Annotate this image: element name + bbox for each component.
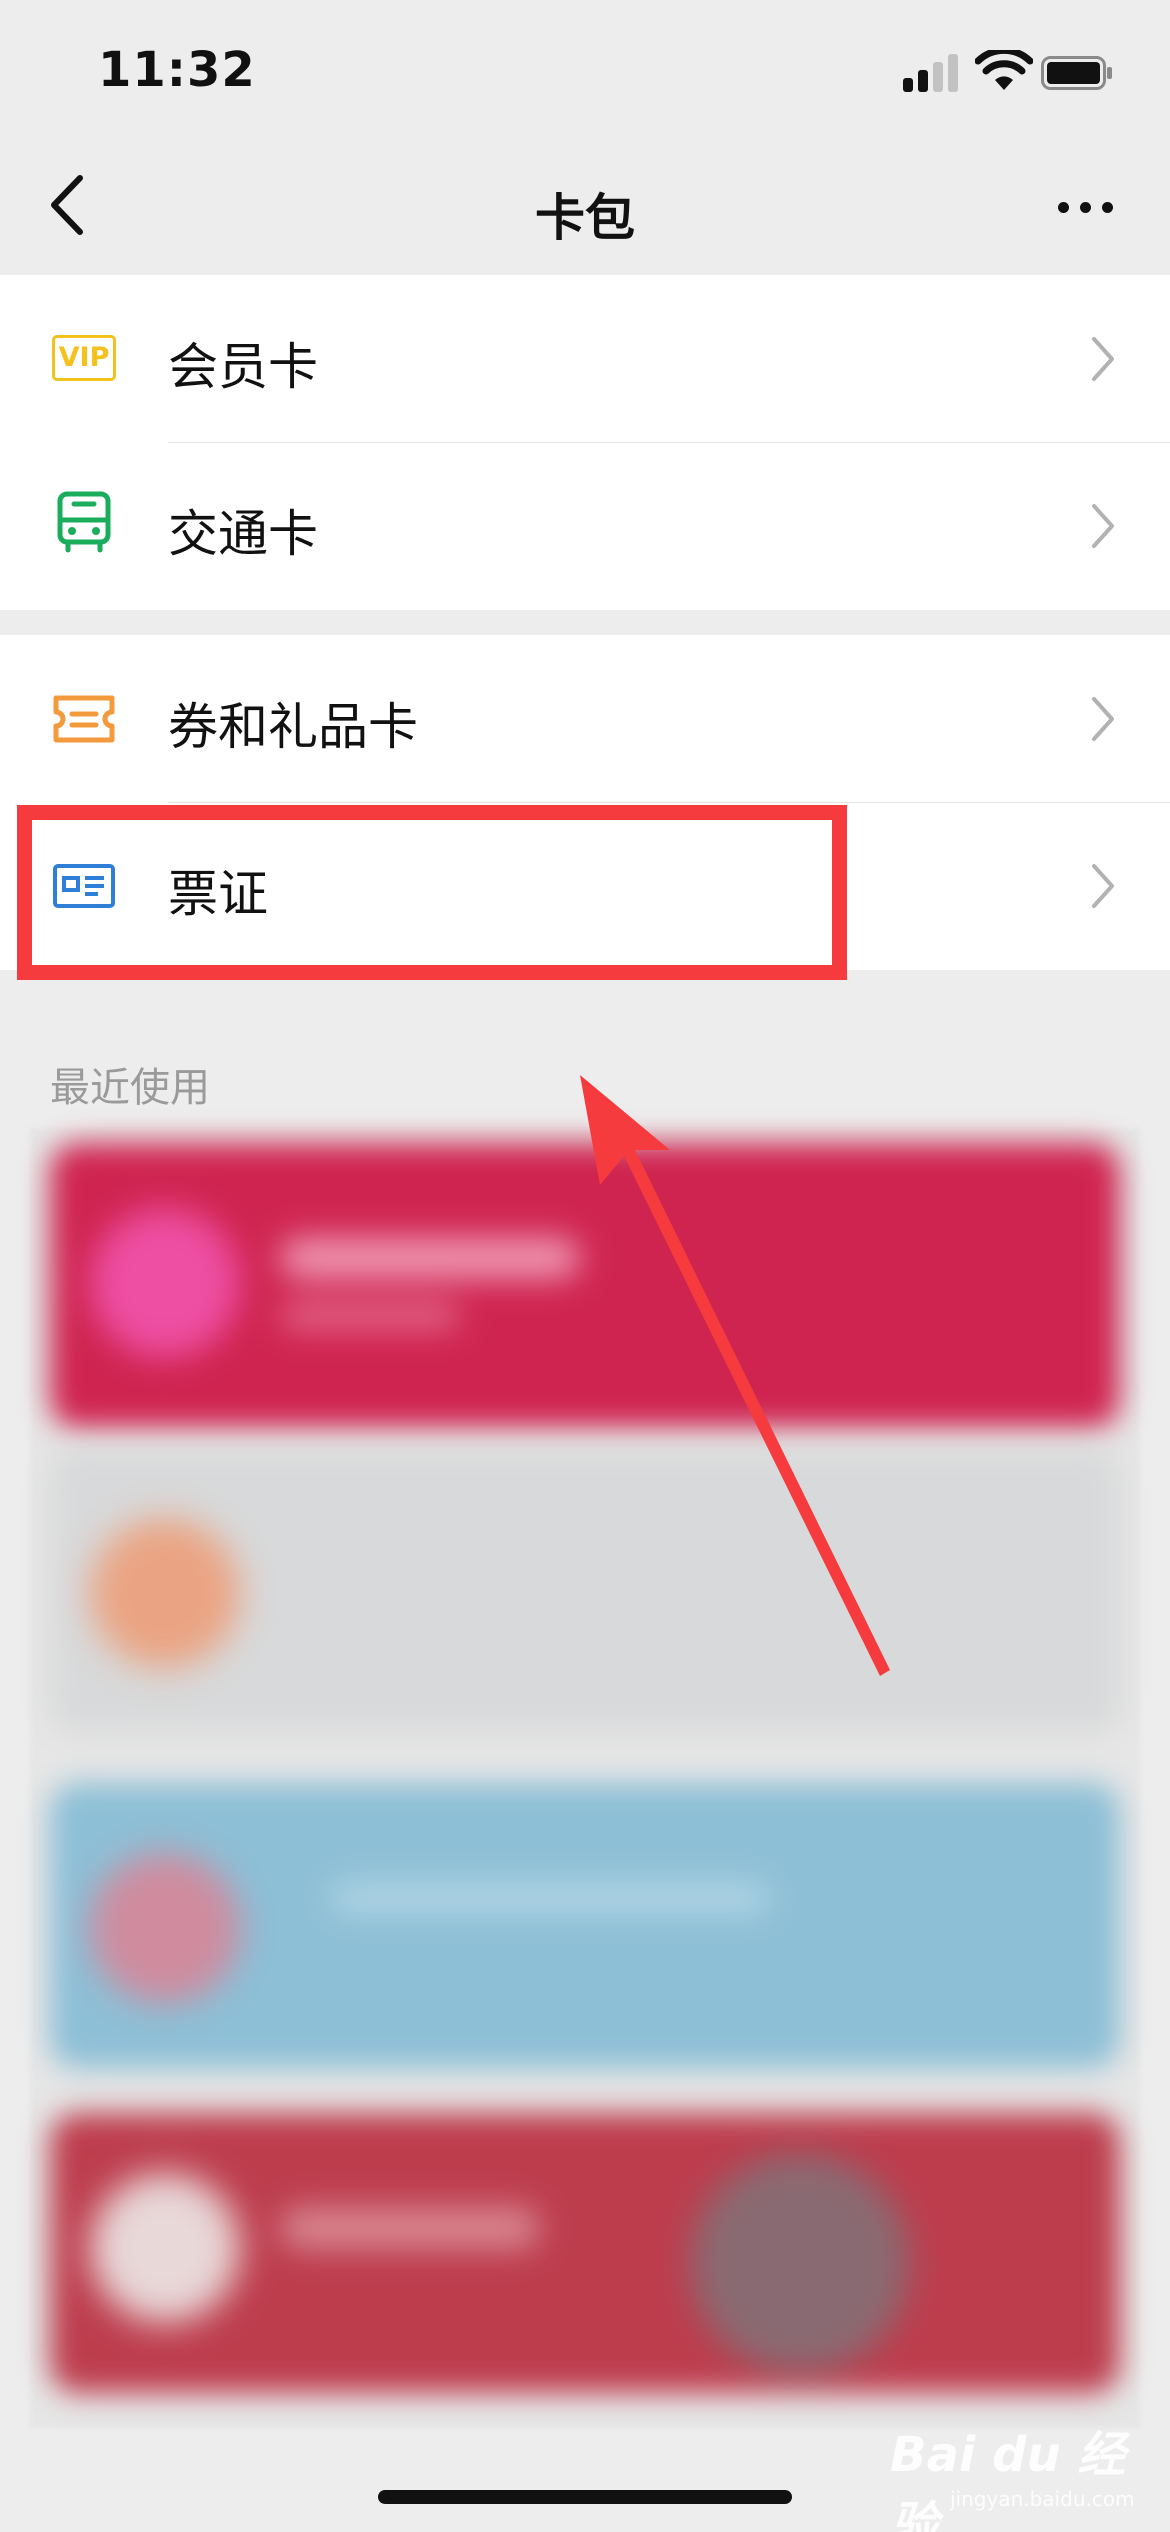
card-name-blurred [330,1883,770,1913]
battery-icon [1041,56,1112,90]
status-bar: 11:32 [0,0,1170,140]
menu-item-label: 券和礼品卡 [168,698,418,756]
menu-item-coupons-gift-cards[interactable]: 券和礼品卡 [0,635,1170,803]
card-name-blurred [280,1238,580,1278]
menu-item-membership-card[interactable]: VIP 会员卡 [0,275,1170,443]
vip-icon: VIP [52,335,116,381]
card-logo [690,2153,910,2373]
annotation-arrow [580,1075,890,1676]
recent-section-title: 最近使用 [50,1065,210,1111]
card-logo [90,2173,240,2323]
card-logo [90,1518,240,1668]
menu-item-label: 交通卡 [168,505,318,563]
watermark: Bai du 经验 [890,2427,1126,2532]
recent-card[interactable] [50,2113,1120,2393]
menu-item-label: 会员卡 [168,338,318,396]
more-dots-icon[interactable] [1050,192,1120,222]
signal-bars-icon [903,52,963,92]
status-time: 11:32 [98,42,256,98]
nav-bar: 卡包 [0,140,1170,275]
card-name-blurred [280,2208,540,2248]
wifi-icon [975,50,1033,90]
menu-group-cards: VIP 会员卡 交通卡 [0,275,1170,610]
ticket-icon [53,695,115,743]
chevron-right-icon [1092,697,1114,741]
card-logo [90,1853,240,2003]
chevron-right-icon [1092,504,1114,548]
chevron-right-icon [1092,864,1114,908]
recent-card[interactable] [50,1783,1120,2068]
card-subtitle-blurred [280,1303,460,1329]
home-indicator[interactable] [378,2490,792,2504]
watermark-url: jingyan.baidu.com [950,2487,1135,2511]
page-title: 卡包 [535,189,635,247]
menu-item-transit-card[interactable]: 交通卡 [0,442,1170,609]
card-logo [90,1208,240,1358]
chevron-right-icon [1092,337,1114,381]
bus-icon [57,491,111,553]
highlight-box [17,805,847,980]
